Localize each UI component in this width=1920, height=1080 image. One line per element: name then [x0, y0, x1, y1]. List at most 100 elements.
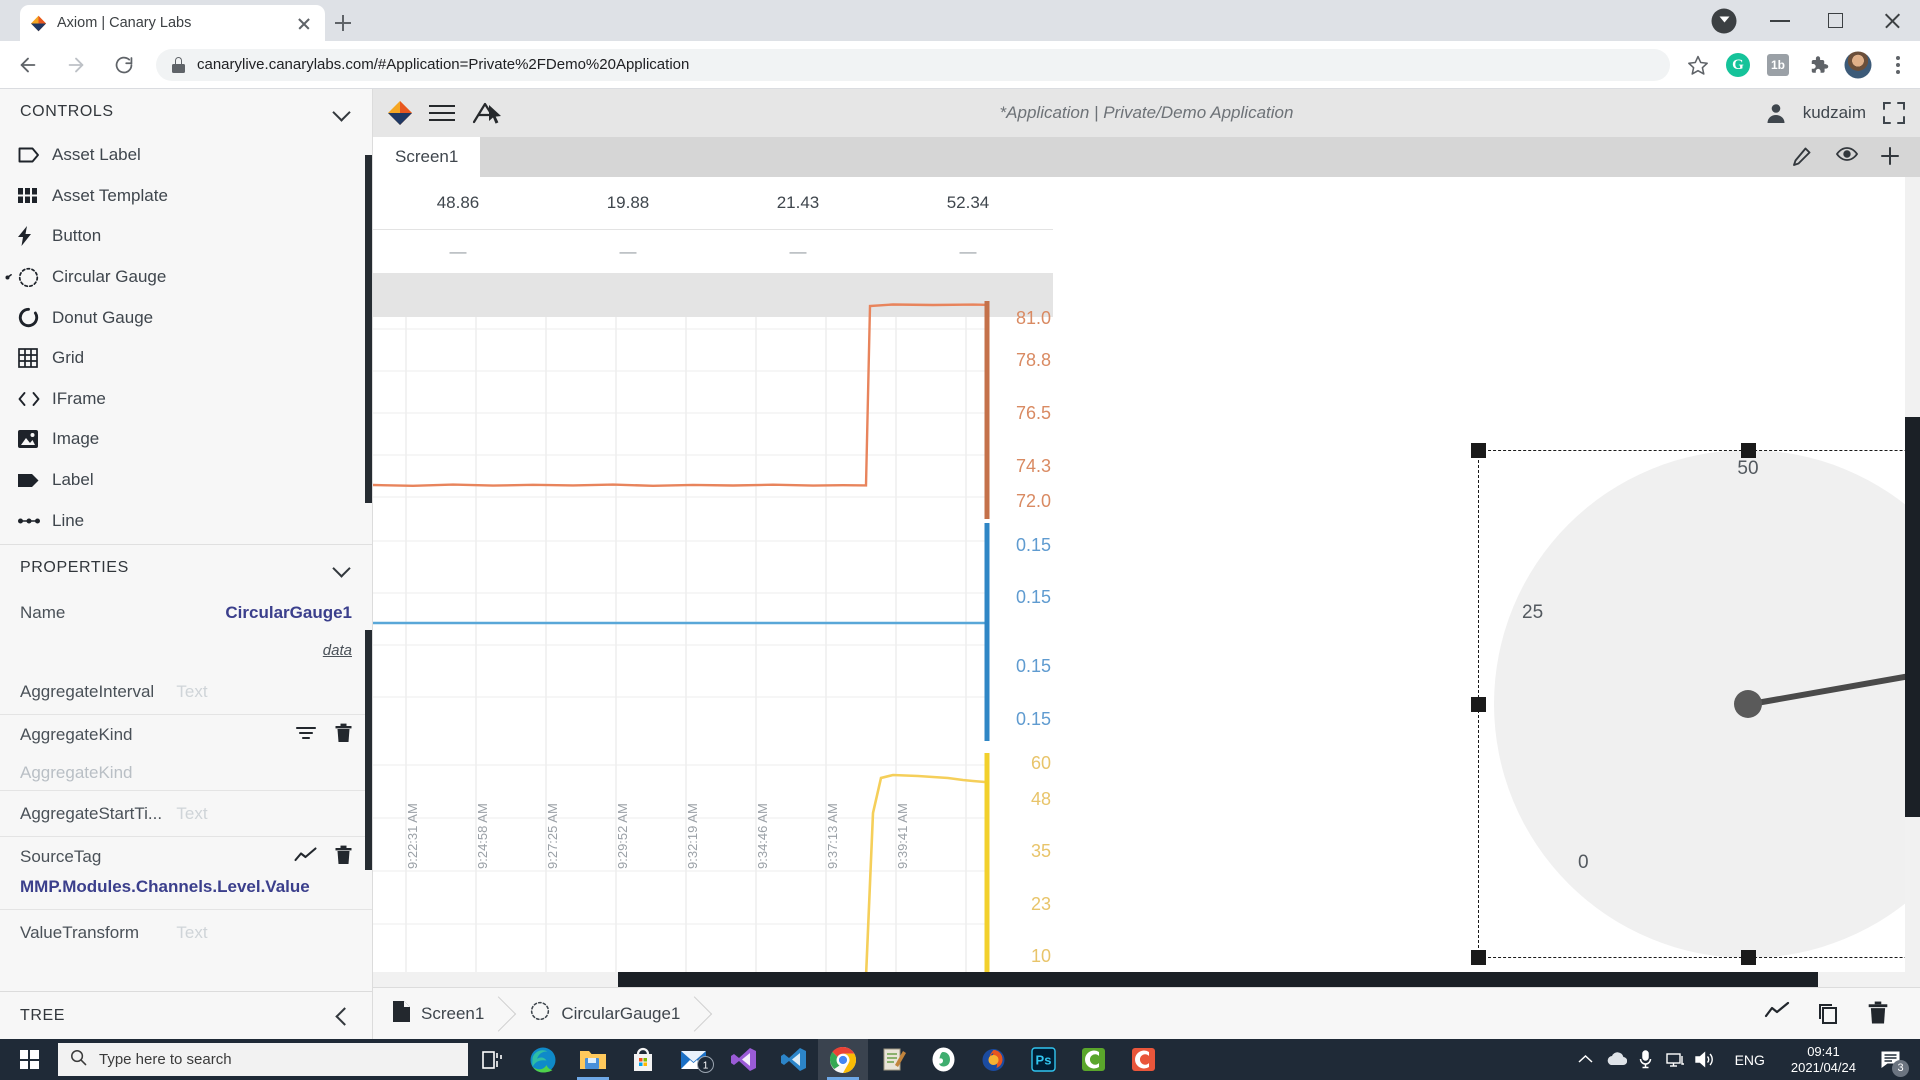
- property-row-aggregatekind-value[interactable]: AggregateKind: [0, 755, 372, 791]
- caret-down-icon[interactable]: [1696, 0, 1752, 41]
- tree-panel-header[interactable]: TREE: [0, 991, 372, 1039]
- property-row-name[interactable]: Name CircularGauge1: [0, 590, 372, 636]
- property-row-valuetransform[interactable]: ValueTransform Text: [0, 910, 372, 956]
- profile-avatar[interactable]: [1840, 47, 1876, 83]
- control-item-iframe[interactable]: IFrame: [0, 379, 372, 420]
- x-tick: 9:24:58 AM: [475, 803, 490, 869]
- breadcrumb-screen1[interactable]: Screen1: [373, 988, 510, 1040]
- onedrive-icon[interactable]: [1601, 1039, 1631, 1080]
- properties-panel-header[interactable]: PROPERTIES: [0, 544, 372, 590]
- chevron-down-icon[interactable]: [332, 558, 352, 578]
- network-icon[interactable]: [1661, 1039, 1691, 1080]
- trend-plot-area[interactable]: 81.0 78.8 76.5 74.3 72.0 0.15 0.15 0.15 …: [373, 273, 1053, 987]
- add-screen-icon[interactable]: [1880, 146, 1902, 168]
- design-canvas[interactable]: 48.86 19.88 21.43 52.34 — — — — 81.0 78.…: [373, 177, 1920, 987]
- fullscreen-icon[interactable]: [1882, 101, 1906, 125]
- snagit-icon[interactable]: [1118, 1039, 1168, 1080]
- vs-code-icon[interactable]: [768, 1039, 818, 1080]
- scrollbar-thumb[interactable]: [1905, 417, 1920, 817]
- notepad-app-icon[interactable]: [868, 1039, 918, 1080]
- delete-icon[interactable]: [335, 723, 352, 748]
- circular-gauge-widget[interactable]: 50 25 75 0 100: [1471, 443, 1920, 965]
- property-key: ValueTransform: [20, 923, 140, 942]
- preview-eye-icon[interactable]: [1835, 146, 1859, 168]
- resize-handle-nw[interactable]: [1471, 443, 1486, 458]
- chevron-down-icon[interactable]: [332, 102, 352, 122]
- y-tick: 72.0: [1015, 491, 1051, 511]
- google-chrome-icon[interactable]: [818, 1039, 868, 1080]
- windows-start-icon[interactable]: [0, 1039, 58, 1080]
- control-item-line[interactable]: Line: [0, 500, 372, 541]
- resize-handle-w[interactable]: [1471, 697, 1486, 712]
- data-link[interactable]: data: [0, 636, 372, 669]
- reload-icon[interactable]: [104, 45, 144, 85]
- show-hidden-icons-chevron[interactable]: [1571, 1039, 1601, 1080]
- resize-handle-s[interactable]: [1741, 950, 1756, 965]
- resize-handle-n[interactable]: [1741, 443, 1756, 458]
- canvas-horizontal-scrollbar[interactable]: [373, 972, 1920, 987]
- language-indicator[interactable]: ENG: [1721, 1052, 1779, 1068]
- file-explorer-icon[interactable]: [568, 1039, 618, 1080]
- control-item-button[interactable]: Button: [0, 216, 372, 257]
- search-input[interactable]: Type here to search: [58, 1043, 468, 1076]
- controls-scrollbar[interactable]: [365, 155, 372, 503]
- property-row-aggregateinterval[interactable]: AggregateInterval Text: [0, 669, 372, 715]
- property-row-aggregatekind[interactable]: AggregateKind: [0, 715, 372, 755]
- mail-icon[interactable]: 1: [668, 1039, 718, 1080]
- scrollbar-thumb[interactable]: [618, 972, 1818, 987]
- control-item-donut-gauge[interactable]: Donut Gauge: [0, 297, 372, 338]
- address-bar[interactable]: canarylive.canarylabs.com/#Application=P…: [156, 48, 1670, 81]
- controls-panel-header[interactable]: CONTROLS: [0, 89, 372, 135]
- grammarly-extension-icon[interactable]: G: [1720, 47, 1756, 83]
- extensions-puzzle-icon[interactable]: [1800, 47, 1836, 83]
- property-row-sourcetag[interactable]: SourceTag: [0, 837, 372, 877]
- microsoft-store-icon[interactable]: [618, 1039, 668, 1080]
- control-item-image[interactable]: Image: [0, 419, 372, 460]
- 1b-extension-icon[interactable]: 1b: [1760, 47, 1796, 83]
- close-icon[interactable]: [293, 12, 315, 34]
- tab-screen1[interactable]: Screen1: [373, 137, 481, 177]
- x-tick: 9:32:19 AM: [685, 803, 700, 869]
- control-item-circular-gauge[interactable]: Circular Gauge: [0, 257, 372, 298]
- property-value-sourcetag[interactable]: MMP.Modules.Channels.Level.Value: [0, 877, 372, 909]
- chevron-left-icon[interactable]: [332, 1006, 352, 1026]
- filter-icon[interactable]: [295, 725, 317, 746]
- canvas-vertical-scrollbar[interactable]: [1905, 177, 1920, 972]
- task-view-icon[interactable]: [468, 1039, 518, 1080]
- hamburger-menu-icon[interactable]: [429, 103, 455, 123]
- property-row-aggregatestarttime[interactable]: AggregateStartTi... Text: [0, 791, 372, 837]
- duplicate-icon[interactable]: [1816, 1001, 1842, 1027]
- bookmark-star-icon[interactable]: [1680, 47, 1716, 83]
- control-item-asset-label[interactable]: Asset Label: [0, 135, 372, 176]
- control-item-label[interactable]: Label: [0, 460, 372, 501]
- control-item-asset-template[interactable]: Asset Template: [0, 176, 372, 217]
- volume-icon[interactable]: [1691, 1039, 1721, 1080]
- camtasia-icon[interactable]: [1068, 1039, 1118, 1080]
- action-center-icon[interactable]: 3: [1868, 1039, 1912, 1080]
- trend-icon[interactable]: [294, 846, 317, 868]
- trend-icon[interactable]: [1764, 1001, 1790, 1027]
- close-icon[interactable]: [1864, 0, 1920, 41]
- back-icon[interactable]: [8, 45, 48, 85]
- trend-widget[interactable]: 48.86 19.88 21.43 52.34 — — — — 81.0 78.…: [373, 177, 1053, 987]
- delete-icon[interactable]: [1868, 1001, 1894, 1027]
- browser-tab[interactable]: Axiom | Canary Labs: [20, 5, 325, 41]
- pen-edit-icon[interactable]: [471, 99, 501, 127]
- taskbar-clock[interactable]: 09:41 2021/04/24: [1779, 1044, 1868, 1076]
- microsoft-edge-icon[interactable]: [518, 1039, 568, 1080]
- resize-handle-sw[interactable]: [1471, 950, 1486, 965]
- photoshop-icon[interactable]: Ps: [1018, 1039, 1068, 1080]
- edit-pencil-icon[interactable]: [1792, 146, 1814, 168]
- visual-studio-icon[interactable]: [718, 1039, 768, 1080]
- breadcrumb-circulargauge1[interactable]: CircularGauge1: [510, 988, 706, 1040]
- delete-icon[interactable]: [335, 845, 352, 870]
- firefox-icon[interactable]: [968, 1039, 1018, 1080]
- maximize-icon[interactable]: [1808, 0, 1864, 41]
- minimize-icon[interactable]: [1752, 0, 1808, 41]
- control-item-grid[interactable]: Grid: [0, 338, 372, 379]
- properties-scrollbar[interactable]: [365, 630, 372, 870]
- microphone-icon[interactable]: [1631, 1039, 1661, 1080]
- chrome-menu-icon[interactable]: [1880, 47, 1916, 83]
- new-tab-icon[interactable]: [328, 8, 358, 38]
- evernote-icon[interactable]: [918, 1039, 968, 1080]
